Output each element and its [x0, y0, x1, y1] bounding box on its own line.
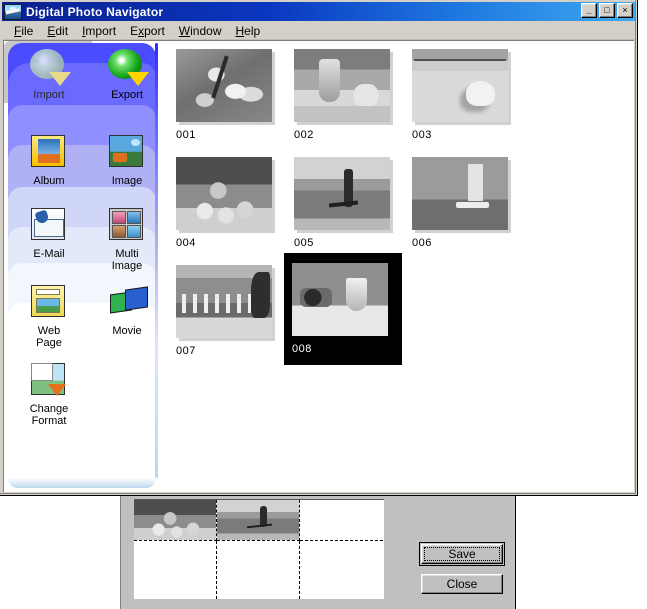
title-bar[interactable]: Digital Photo Navigator _ □ × — [2, 2, 635, 21]
thumbnail-image-001[interactable] — [176, 49, 272, 122]
dialog-button-group: Save Close — [419, 542, 505, 594]
thumbnail-image-005[interactable] — [294, 157, 390, 230]
cell-image-water-skier — [217, 500, 299, 540]
sidebar-item-movie[interactable]: Movie — [90, 283, 160, 337]
thumbnail-label: 003 — [412, 129, 432, 141]
menu-help[interactable]: Help — [229, 23, 268, 39]
sidebar-item-image-label: Image — [111, 175, 143, 187]
export-disc-arrow-icon — [105, 47, 149, 87]
thumbnail-item[interactable]: 003 — [408, 45, 526, 150]
thumbnail-label: 006 — [412, 237, 432, 249]
sidebar-item-movie-label: Movie — [112, 325, 142, 337]
minimize-button[interactable]: _ — [581, 3, 597, 18]
maximize-button[interactable]: □ — [599, 3, 615, 18]
window-title: Digital Photo Navigator — [26, 4, 164, 19]
close-button[interactable]: Close — [421, 574, 503, 594]
photo-navigator-icon — [4, 3, 22, 20]
sidebar-item-album[interactable]: Album — [12, 133, 86, 187]
sidebar-tab-import-label: Import — [33, 89, 65, 101]
minimize-icon: _ — [586, 5, 592, 15]
thumbnail-label: 001 — [176, 129, 196, 141]
menu-export[interactable]: Export — [124, 23, 173, 39]
sidebar-item-email[interactable]: E-Mail — [12, 206, 86, 260]
cell-image-fruit-bowl — [134, 500, 216, 540]
sidebar-item-multi-image[interactable]: Multi Image — [90, 206, 160, 272]
layout-cell[interactable] — [134, 541, 217, 599]
thumbnail-item[interactable]: 002 — [290, 45, 408, 150]
layout-cell[interactable] — [217, 500, 300, 541]
sidebar-item-change-format-label: Change Format — [29, 403, 69, 427]
sidebar-item-email-label: E-Mail — [33, 248, 65, 260]
sidebar-item-multi-image-label: Multi Image — [111, 248, 143, 272]
window-controls: _ □ × — [581, 3, 633, 18]
sidebar-item-change-format[interactable]: Change Format — [12, 361, 86, 427]
thumbnail-label: 004 — [176, 237, 196, 249]
main-window: Digital Photo Navigator _ □ × File Edit … — [0, 0, 638, 496]
sidebar-item-web-page-label: Web Page — [36, 325, 62, 349]
menu-edit[interactable]: Edit — [41, 23, 76, 39]
thumbnail-item[interactable]: 001 — [172, 45, 290, 150]
thumbnail-item-selected[interactable]: 008 — [284, 253, 402, 365]
sidebar-tab-export[interactable]: Export — [90, 47, 160, 101]
thumbnail-item[interactable]: 006 — [408, 153, 526, 258]
layout-cell[interactable] — [134, 500, 217, 541]
thumbnail-item[interactable]: 005 — [290, 153, 408, 258]
layout-cell[interactable] — [300, 500, 383, 541]
menu-file[interactable]: File — [8, 23, 41, 39]
close-window-button[interactable]: × — [617, 3, 633, 18]
album-icon — [27, 133, 71, 173]
change-format-icon — [27, 361, 71, 401]
web-page-icon — [27, 283, 71, 323]
thumbnail-grid[interactable]: 001 002 003 004 005 006 007 008 — [164, 41, 634, 492]
layout-canvas[interactable] — [134, 499, 384, 599]
thumbnail-label: 005 — [294, 237, 314, 249]
close-icon: × — [622, 5, 628, 15]
panel-bottom-edge — [8, 478, 156, 488]
layout-dialog[interactable]: Save Close — [120, 495, 516, 609]
thumbnail-image-003[interactable] — [412, 49, 508, 122]
thumbnail-label: 007 — [176, 345, 196, 357]
sidebar-tab-export-label: Export — [111, 89, 143, 101]
menu-window[interactable]: Window — [173, 23, 230, 39]
image-icon — [105, 133, 149, 173]
menu-import[interactable]: Import — [76, 23, 124, 39]
email-icon — [27, 206, 71, 246]
sidebar-tab-import[interactable]: Import — [12, 47, 86, 101]
thumbnail-image-004[interactable] — [176, 157, 272, 230]
movie-icon — [105, 283, 149, 323]
import-disc-arrow-icon — [27, 47, 71, 87]
multi-image-icon — [105, 206, 149, 246]
save-button[interactable]: Save — [419, 542, 505, 566]
sidebar-item-album-label: Album — [33, 175, 65, 187]
layout-cell[interactable] — [217, 541, 300, 599]
thumbnail-image-006[interactable] — [412, 157, 508, 230]
thumbnail-item[interactable]: 004 — [172, 153, 290, 258]
sidebar-item-image[interactable]: Image — [90, 133, 160, 187]
thumbnail-item[interactable]: 007 — [172, 261, 290, 366]
layout-cell[interactable] — [300, 541, 383, 599]
thumbnail-image-002[interactable] — [294, 49, 390, 122]
thumbnail-image-007[interactable] — [176, 265, 272, 338]
thumbnail-label: 002 — [294, 129, 314, 141]
client-area: Import Export Album Image E-Mail Multi I… — [3, 40, 634, 492]
menu-bar: File Edit Import Export Window Help — [2, 22, 635, 40]
function-sidebar: Import Export Album Image E-Mail Multi I… — [4, 41, 160, 492]
thumbnail-label: 008 — [292, 343, 312, 355]
sidebar-item-web-page[interactable]: Web Page — [12, 283, 86, 349]
thumbnail-image-008[interactable] — [292, 263, 388, 336]
maximize-icon: □ — [604, 5, 610, 15]
